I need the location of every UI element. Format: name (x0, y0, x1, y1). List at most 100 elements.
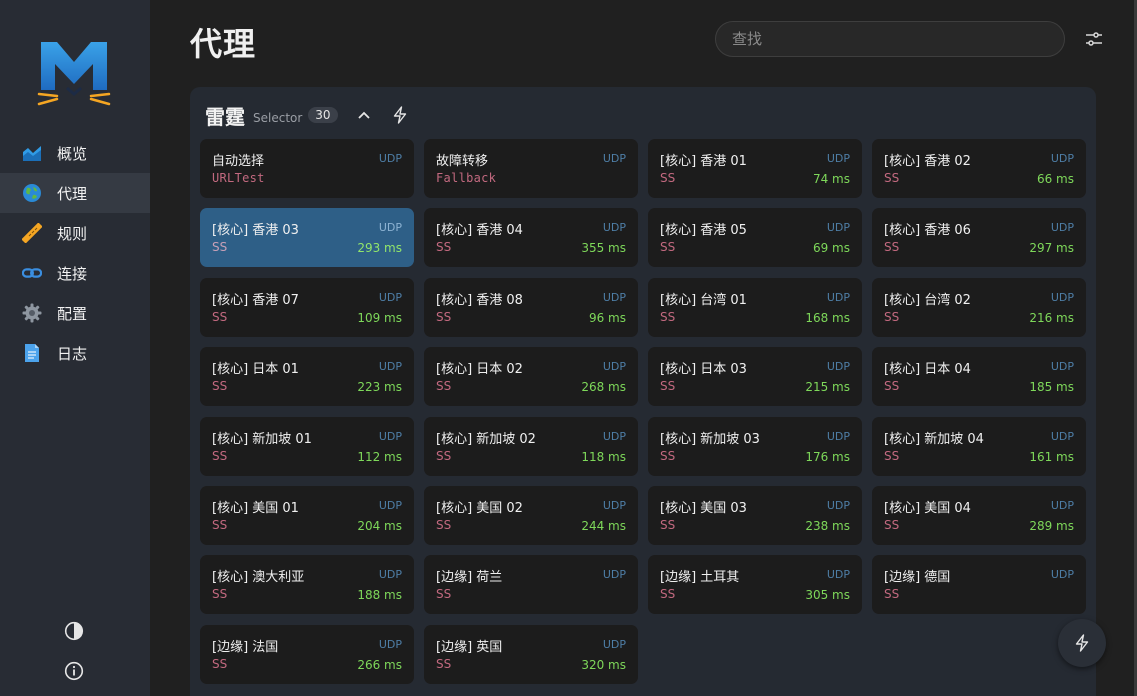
search-input[interactable] (715, 21, 1065, 57)
proxy-type: SS (660, 587, 676, 602)
gear-icon (22, 303, 42, 323)
proxy-card[interactable]: [核心] 台湾 01 UDP SS 168 ms (648, 277, 862, 337)
proxy-type: SS (884, 171, 900, 185)
latency-value: 266 ms (357, 657, 402, 672)
proxy-name: [核心] 新加坡 01 (212, 431, 312, 447)
proxy-card[interactable]: [核心] 日本 02 UDP SS 268 ms (424, 347, 638, 407)
proxy-card[interactable]: [核心] 新加坡 03 UDP SS 176 ms (648, 416, 862, 476)
latency-value: 74 ms (812, 172, 850, 186)
udp-badge: UDP (826, 498, 850, 512)
proxy-card[interactable]: [核心] 澳大利亚 UDP SS 188 ms (200, 555, 414, 615)
proxy-card[interactable]: [核心] 香港 06 UDP SS 297 ms (872, 208, 1086, 268)
proxy-card[interactable]: [边缘] 法国 UDP SS 266 ms (200, 624, 414, 684)
proxy-type: SS (660, 517, 676, 532)
proxy-name: [核心] 新加坡 04 (884, 431, 984, 447)
proxy-type: SS (436, 587, 452, 602)
about-button[interactable] (64, 661, 84, 681)
sidebar-item-logs[interactable]: 日志 (0, 333, 150, 373)
globe-icon (22, 183, 42, 203)
proxy-name: [核心] 新加坡 02 (436, 431, 536, 447)
lightning-icon (1075, 634, 1089, 652)
proxy-name: [核心] 台湾 01 (660, 292, 747, 308)
proxy-name: [核心] 香港 07 (212, 292, 299, 308)
proxy-name: 自动选择 (212, 154, 265, 169)
proxy-name: [核心] 美国 01 (212, 500, 299, 516)
proxy-type: SS (212, 240, 228, 255)
proxy-card[interactable]: [核心] 新加坡 01 UDP SS 112 ms (200, 416, 414, 476)
udp-badge: UDP (1050, 290, 1074, 304)
sidebar-item-proxies[interactable]: 代理 (0, 173, 150, 213)
proxy-card[interactable]: [核心] 美国 01 UDP SS 204 ms (200, 485, 414, 545)
sidebar-item-overview[interactable]: 概览 (0, 133, 150, 173)
page-title: 代理 (190, 25, 257, 63)
latency-value: 204 ms (357, 518, 402, 533)
latency-value: 96 ms (588, 310, 626, 325)
proxy-card[interactable]: [核心] 日本 03 UDP SS 215 ms (648, 347, 862, 407)
proxy-card[interactable]: [核心] 新加坡 04 UDP SS 161 ms (872, 416, 1086, 476)
udp-badge: UDP (378, 221, 402, 235)
latency-value: 216 ms (1029, 310, 1074, 325)
proxy-type: URLTest (212, 171, 265, 185)
document-icon (22, 343, 42, 363)
udp-badge: UDP (826, 568, 850, 582)
latency-test-button[interactable] (390, 105, 410, 125)
latency-value: 66 ms (1036, 172, 1074, 186)
chevron-up-icon (357, 111, 370, 119)
proxy-type: SS (660, 379, 676, 394)
proxy-card[interactable]: [边缘] 英国 UDP SS 320 ms (424, 624, 638, 684)
sidebar-item-label: 配置 (57, 304, 88, 323)
latency-value: 238 ms (805, 518, 850, 533)
theme-toggle-button[interactable] (64, 621, 84, 641)
sidebar-item-rules[interactable]: 规则 (0, 213, 150, 253)
proxy-card[interactable]: [核心] 香港 08 UDP SS 96 ms (424, 277, 638, 337)
test-all-latency-button[interactable] (1058, 619, 1106, 667)
sidebar-item-label: 连接 (57, 264, 88, 283)
proxy-card[interactable]: [核心] 台湾 02 UDP SS 216 ms (872, 277, 1086, 337)
proxy-card[interactable]: [核心] 美国 02 UDP SS 244 ms (424, 485, 638, 545)
proxy-card[interactable]: [核心] 香港 07 UDP SS 109 ms (200, 277, 414, 337)
proxy-card[interactable]: [核心] 新加坡 02 UDP SS 118 ms (424, 416, 638, 476)
settings-button[interactable] (1084, 29, 1104, 49)
proxy-card[interactable]: 故障转移 UDP Fallback (424, 139, 638, 198)
udp-badge: UDP (378, 429, 402, 443)
collapse-button[interactable] (354, 105, 374, 125)
proxy-card[interactable]: [核心] 日本 01 UDP SS 223 ms (200, 347, 414, 407)
udp-badge: UDP (826, 221, 850, 235)
udp-badge: UDP (826, 429, 850, 443)
proxy-card[interactable]: 自动选择 UDP URLTest (200, 139, 414, 198)
proxy-card[interactable]: [核心] 香港 02 UDP SS 66 ms (872, 139, 1086, 198)
proxy-card[interactable]: [边缘] 德国 UDP SS (872, 555, 1086, 615)
proxy-name: [核心] 台湾 02 (884, 292, 971, 308)
proxy-name: [核心] 香港 06 (884, 223, 971, 239)
proxy-card[interactable]: [核心] 美国 03 UDP SS 238 ms (648, 485, 862, 545)
sidebar-nav: 概览 代理 规则 连接 配置 日志 (0, 133, 150, 373)
proxy-card[interactable]: [边缘] 土耳其 UDP SS 305 ms (648, 555, 862, 615)
proxy-card[interactable]: [核心] 香港 05 UDP SS 69 ms (648, 208, 862, 268)
proxy-grid: 自动选择 UDP URLTest 故障转移 UDP Fallback [核心] 香港 01 U… (200, 139, 1086, 684)
udp-badge: UDP (826, 152, 850, 165)
proxy-type: SS (212, 448, 228, 463)
latency-value: 305 ms (805, 588, 850, 603)
proxy-name: [核心] 澳大利亚 (212, 570, 305, 586)
proxy-card[interactable]: [核心] 香港 01 UDP SS 74 ms (648, 139, 862, 198)
proxy-name: [核心] 日本 02 (436, 362, 523, 378)
latency-value: 109 ms (357, 310, 402, 325)
latency-value: 289 ms (1029, 518, 1074, 533)
proxy-card[interactable]: [核心] 日本 04 UDP SS 185 ms (872, 347, 1086, 407)
proxy-name: [核心] 香港 01 (660, 154, 747, 169)
proxy-type: SS (212, 587, 228, 602)
sidebar-item-connections[interactable]: 连接 (0, 253, 150, 293)
udp-badge: UDP (1050, 152, 1074, 165)
sidebar-item-config[interactable]: 配置 (0, 293, 150, 333)
proxy-type: SS (212, 517, 228, 532)
app-logo (37, 38, 111, 108)
proxy-card[interactable]: [核心] 香港 04 UDP SS 355 ms (424, 208, 638, 268)
proxy-card[interactable]: [核心] 美国 04 UDP SS 289 ms (872, 485, 1086, 545)
latency-value: 244 ms (581, 518, 626, 533)
contrast-icon (64, 621, 84, 641)
proxy-card[interactable]: [核心] 香港 03 UDP SS 293 ms (200, 208, 414, 268)
ruler-icon (22, 223, 42, 243)
proxy-type: SS (212, 309, 228, 324)
proxy-type: SS (660, 240, 676, 255)
proxy-card[interactable]: [边缘] 荷兰 UDP SS (424, 555, 638, 615)
